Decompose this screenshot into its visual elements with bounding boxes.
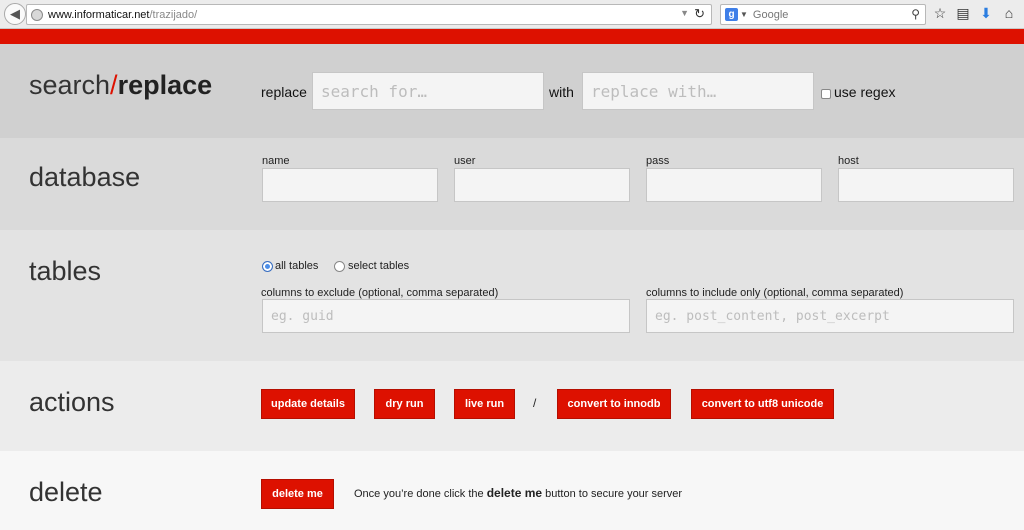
- all-tables-radio[interactable]: [262, 261, 273, 272]
- delete-note: Once you’re done click the delete me but…: [354, 486, 682, 500]
- name-label: name: [262, 155, 290, 167]
- delete-note-prefix: Once you’re done click the: [354, 488, 484, 500]
- delete-note-bold: delete me: [486, 486, 543, 500]
- search-engine-dropdown-icon[interactable]: ▼: [740, 10, 748, 19]
- select-tables-radio[interactable]: [334, 261, 345, 272]
- browser-search-bar[interactable]: g ▼ Google ⚲: [720, 4, 926, 25]
- clipboard-icon[interactable]: ▤: [955, 5, 971, 22]
- include-columns-input[interactable]: [646, 299, 1014, 333]
- delete-me-button[interactable]: delete me: [261, 479, 334, 509]
- database-section: database name user pass host: [0, 138, 1024, 230]
- dry-run-button[interactable]: dry run: [374, 389, 435, 419]
- google-icon[interactable]: g: [725, 8, 738, 21]
- update-details-button[interactable]: update details: [261, 389, 355, 419]
- browser-toolbar: ◀ www.informaticar.net/trazijado/ ▼ ↻ g …: [0, 0, 1024, 29]
- title-slash: /: [110, 70, 118, 100]
- delete-section: delete delete me Once you’re done click …: [0, 451, 1024, 530]
- page-title: search/replace: [29, 70, 212, 101]
- title-replace: replace: [117, 70, 213, 100]
- url-path: /trazijado/: [149, 8, 198, 21]
- header-accent-bar: [0, 29, 1024, 44]
- delete-note-suffix: button to secure your server: [545, 488, 683, 500]
- exclude-columns-input[interactable]: [262, 299, 630, 333]
- url-bar[interactable]: www.informaticar.net/trazijado/ ▼ ↻: [26, 4, 712, 25]
- use-regex-label: use regex: [834, 84, 896, 100]
- reload-icon[interactable]: ↻: [694, 6, 705, 22]
- actions-separator: /: [533, 396, 537, 410]
- search-for-input[interactable]: [312, 72, 544, 110]
- url-dropdown-icon[interactable]: ▼: [680, 8, 689, 18]
- tables-section: tables all tables select tables columns …: [0, 230, 1024, 361]
- download-icon[interactable]: ⬇: [978, 5, 994, 22]
- select-tables-label: select tables: [348, 260, 410, 272]
- tables-title: tables: [29, 256, 102, 286]
- back-arrow-icon[interactable]: ◀: [4, 3, 26, 25]
- browser-toolbar-icons: ☆ ▤ ⬇ ⌂: [932, 5, 1017, 22]
- live-run-button[interactable]: live run: [454, 389, 515, 419]
- db-user-input[interactable]: [454, 168, 630, 202]
- actions-section: actions update details dry run live run …: [0, 361, 1024, 451]
- delete-title: delete: [29, 477, 103, 507]
- include-columns-label: columns to include only (optional, comma…: [646, 287, 904, 299]
- search-icon[interactable]: ⚲: [911, 7, 920, 21]
- replace-with-input[interactable]: [582, 72, 814, 110]
- db-pass-input[interactable]: [646, 168, 822, 202]
- url-host: www.informaticar.net: [48, 8, 150, 21]
- replace-section: search/replace replace with use regex: [0, 44, 1024, 138]
- host-label: host: [838, 155, 859, 167]
- db-name-input[interactable]: [262, 168, 438, 202]
- bookmark-star-icon[interactable]: ☆: [932, 5, 948, 22]
- browser-search-placeholder: Google: [752, 8, 789, 21]
- replace-label: replace: [261, 84, 307, 100]
- all-tables-label: all tables: [275, 260, 319, 272]
- convert-innodb-button[interactable]: convert to innodb: [557, 389, 671, 419]
- title-search: search: [29, 70, 111, 100]
- home-icon[interactable]: ⌂: [1001, 5, 1017, 22]
- pass-label: pass: [646, 155, 670, 167]
- db-host-input[interactable]: [838, 168, 1014, 202]
- exclude-columns-label: columns to exclude (optional, comma sepa…: [261, 287, 499, 299]
- use-regex-checkbox[interactable]: [821, 89, 831, 99]
- with-label: with: [549, 84, 574, 100]
- user-label: user: [454, 155, 476, 167]
- convert-utf8-button[interactable]: convert to utf8 unicode: [691, 389, 834, 419]
- database-title: database: [29, 162, 141, 192]
- globe-icon: [31, 8, 43, 21]
- actions-title: actions: [29, 387, 115, 417]
